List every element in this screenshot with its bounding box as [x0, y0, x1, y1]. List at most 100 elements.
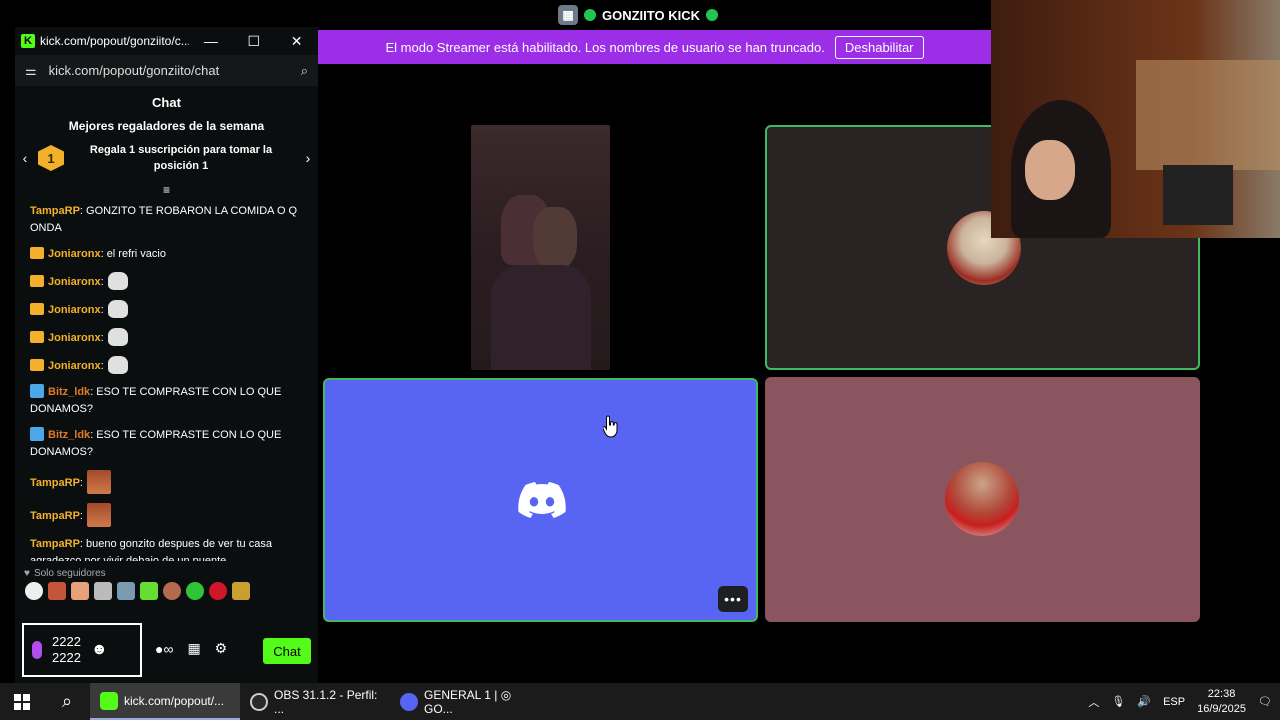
kick-app-icon	[100, 691, 118, 710]
status-dot-icon	[584, 9, 596, 21]
chat-username[interactable]: Joniaronx	[48, 276, 101, 288]
chat-header: Chat	[152, 94, 181, 110]
clock[interactable]: 22:38 16/9/2025	[1197, 687, 1246, 717]
chat-text: :	[100, 304, 104, 316]
close-button[interactable]: ✕	[275, 33, 318, 50]
kick-icon: K	[21, 34, 35, 48]
chat-text: :	[79, 510, 83, 522]
participant-tile-discord[interactable]: •••	[323, 378, 758, 622]
store-icon[interactable]: ▦	[187, 640, 200, 657]
chat-username[interactable]: TampaRP	[30, 538, 80, 550]
chat-toolbar: ●∞ ▦ ⚙	[155, 640, 227, 657]
more-options-button[interactable]: •••	[718, 586, 748, 612]
search-icon[interactable]: ⌕	[44, 683, 90, 720]
crown-badge-icon	[30, 303, 44, 315]
emoji-icon[interactable]: ☻	[91, 641, 108, 659]
chat-input-line: 2222	[52, 650, 81, 665]
gift-leaderboard: ‹ 1 Regala 1 suscripción para tomar la p…	[15, 133, 318, 183]
chat-input[interactable]: 2222 2222 ☻	[22, 623, 142, 677]
window-titlebar: K kick.com/popout/gonziito/c... — ☐ ✕	[15, 27, 318, 55]
microphone-icon[interactable]	[32, 641, 42, 659]
chat-message: Joniaronx:	[30, 328, 308, 347]
participant-tile[interactable]	[765, 377, 1200, 622]
chat-username[interactable]: Joniaronx	[48, 248, 101, 260]
rank-badge: 1	[38, 145, 64, 171]
chat-username[interactable]: TampaRP	[30, 477, 80, 489]
microphone-icon[interactable]: 🎙	[1111, 695, 1125, 708]
emote-icon[interactable]	[163, 582, 181, 600]
language-indicator[interactable]: ESP	[1163, 696, 1185, 708]
call-title: ▦ GONZIITO KICK	[558, 5, 718, 25]
chat-text: :	[100, 360, 104, 372]
taskbar-app-label: OBS 31.1.2 - Perfil: ...	[274, 687, 378, 716]
emote-icon[interactable]	[48, 582, 66, 600]
crown-badge-icon	[30, 359, 44, 371]
quick-emotes	[15, 581, 318, 601]
followers-only-notice: ♥ Solo seguidores	[15, 565, 318, 581]
face-emote-icon	[86, 503, 111, 527]
collapse-icon[interactable]: ≡	[15, 183, 318, 203]
emote-icon[interactable]	[94, 582, 112, 600]
emote-icon[interactable]	[71, 582, 89, 600]
search-icon[interactable]: ⌕	[301, 63, 308, 79]
notifications-icon[interactable]: 🗨	[1258, 695, 1272, 708]
chat-text: :	[79, 477, 83, 489]
taskbar-app-kick[interactable]: kick.com/popout/...	[90, 683, 240, 720]
windows-icon	[14, 693, 30, 710]
emote-icon[interactable]	[209, 582, 227, 600]
emote-icon[interactable]	[140, 582, 158, 600]
pickaxe-badge-icon	[30, 384, 44, 398]
gift-prompt[interactable]: Regala 1 suscripción para tomar la posic…	[64, 142, 298, 174]
chat-message: TampaRP:	[30, 470, 308, 494]
desktop: ▦ GONZIITO KICK El modo Streamer está ha…	[0, 0, 1280, 720]
address-bar[interactable]: ⚌ kick.com/popout/gonziito/chat ⌕	[15, 55, 318, 86]
window-title: kick.com/popout/gonziito/c...	[39, 34, 190, 48]
chevron-left-icon[interactable]: ‹	[15, 150, 35, 166]
chat-username[interactable]: Bitz_ldk	[48, 386, 90, 398]
maximize-button[interactable]: ☐	[232, 33, 275, 50]
avatar	[945, 462, 1019, 536]
emote-icon[interactable]	[186, 582, 204, 600]
start-button[interactable]	[0, 683, 44, 720]
chat-username[interactable]: Bitz_ldk	[48, 429, 90, 441]
minimize-button[interactable]: —	[189, 33, 232, 49]
chevron-up-icon[interactable]: ︿	[1088, 694, 1099, 710]
gifters-title: Mejores regaladores de la semana	[68, 119, 265, 133]
volume-icon[interactable]: 🔊	[1137, 695, 1151, 708]
crown-badge-icon	[30, 247, 44, 259]
chat-username[interactable]: Joniaronx	[48, 332, 101, 344]
chat-input-line: 2222	[52, 634, 81, 649]
url-text[interactable]: kick.com/popout/gonziito/chat	[49, 63, 289, 78]
video-shadow	[491, 265, 591, 370]
disable-streamer-mode-button[interactable]: Deshabilitar	[834, 35, 924, 59]
chat-username[interactable]: Joniaronx	[48, 304, 101, 316]
points-icon[interactable]: ●∞	[155, 641, 173, 657]
webcam-face	[1025, 140, 1075, 200]
taskbar: ⌕ kick.com/popout/... OBS 31.1.2 - Perfi…	[0, 683, 1280, 720]
taskbar-app-discord[interactable]: GENERAL 1 | ◎ GO...	[390, 683, 540, 720]
chevron-right-icon[interactable]: ›	[298, 150, 318, 166]
chat-message: TampaRP: bueno gonzito despues de ver tu…	[30, 536, 308, 561]
clock-date: 16/9/2025	[1197, 702, 1247, 715]
chat-message: TampaRP: GONZITO TE ROBARON LA COMIDA O …	[30, 203, 308, 237]
chat-messages: TampaRP: GONZITO TE ROBARON LA COMIDA O …	[15, 203, 318, 561]
chat-input-value[interactable]: 2222 2222	[52, 634, 81, 666]
clock-time: 22:38	[1207, 687, 1236, 700]
chat-popout-window: K kick.com/popout/gonziito/c... — ☐ ✕ ⚌ …	[15, 27, 318, 683]
hand-cursor-icon	[603, 415, 618, 438]
send-chat-button[interactable]: Chat	[263, 638, 311, 664]
video-tile[interactable]	[471, 125, 610, 370]
chat-username[interactable]: Joniaronx	[48, 360, 101, 372]
chat-message: Bitz_ldk: ESO TE COMPRASTE CON LO QUE DO…	[30, 384, 308, 418]
chat-message: Joniaronx: el refri vacio	[30, 246, 308, 263]
chat-message: Joniaronx:	[30, 300, 308, 319]
emote-icon[interactable]	[25, 582, 43, 600]
emote-icon[interactable]	[232, 582, 250, 600]
gear-icon[interactable]: ⚙	[215, 640, 228, 657]
site-settings-icon[interactable]: ⚌	[25, 63, 37, 79]
taskbar-app-obs[interactable]: OBS 31.1.2 - Perfil: ...	[240, 683, 390, 720]
status-dot-icon	[705, 9, 718, 21]
chat-username[interactable]: TampaRP	[30, 205, 80, 217]
emote-icon[interactable]	[117, 582, 135, 600]
chat-username[interactable]: TampaRP	[30, 510, 80, 522]
